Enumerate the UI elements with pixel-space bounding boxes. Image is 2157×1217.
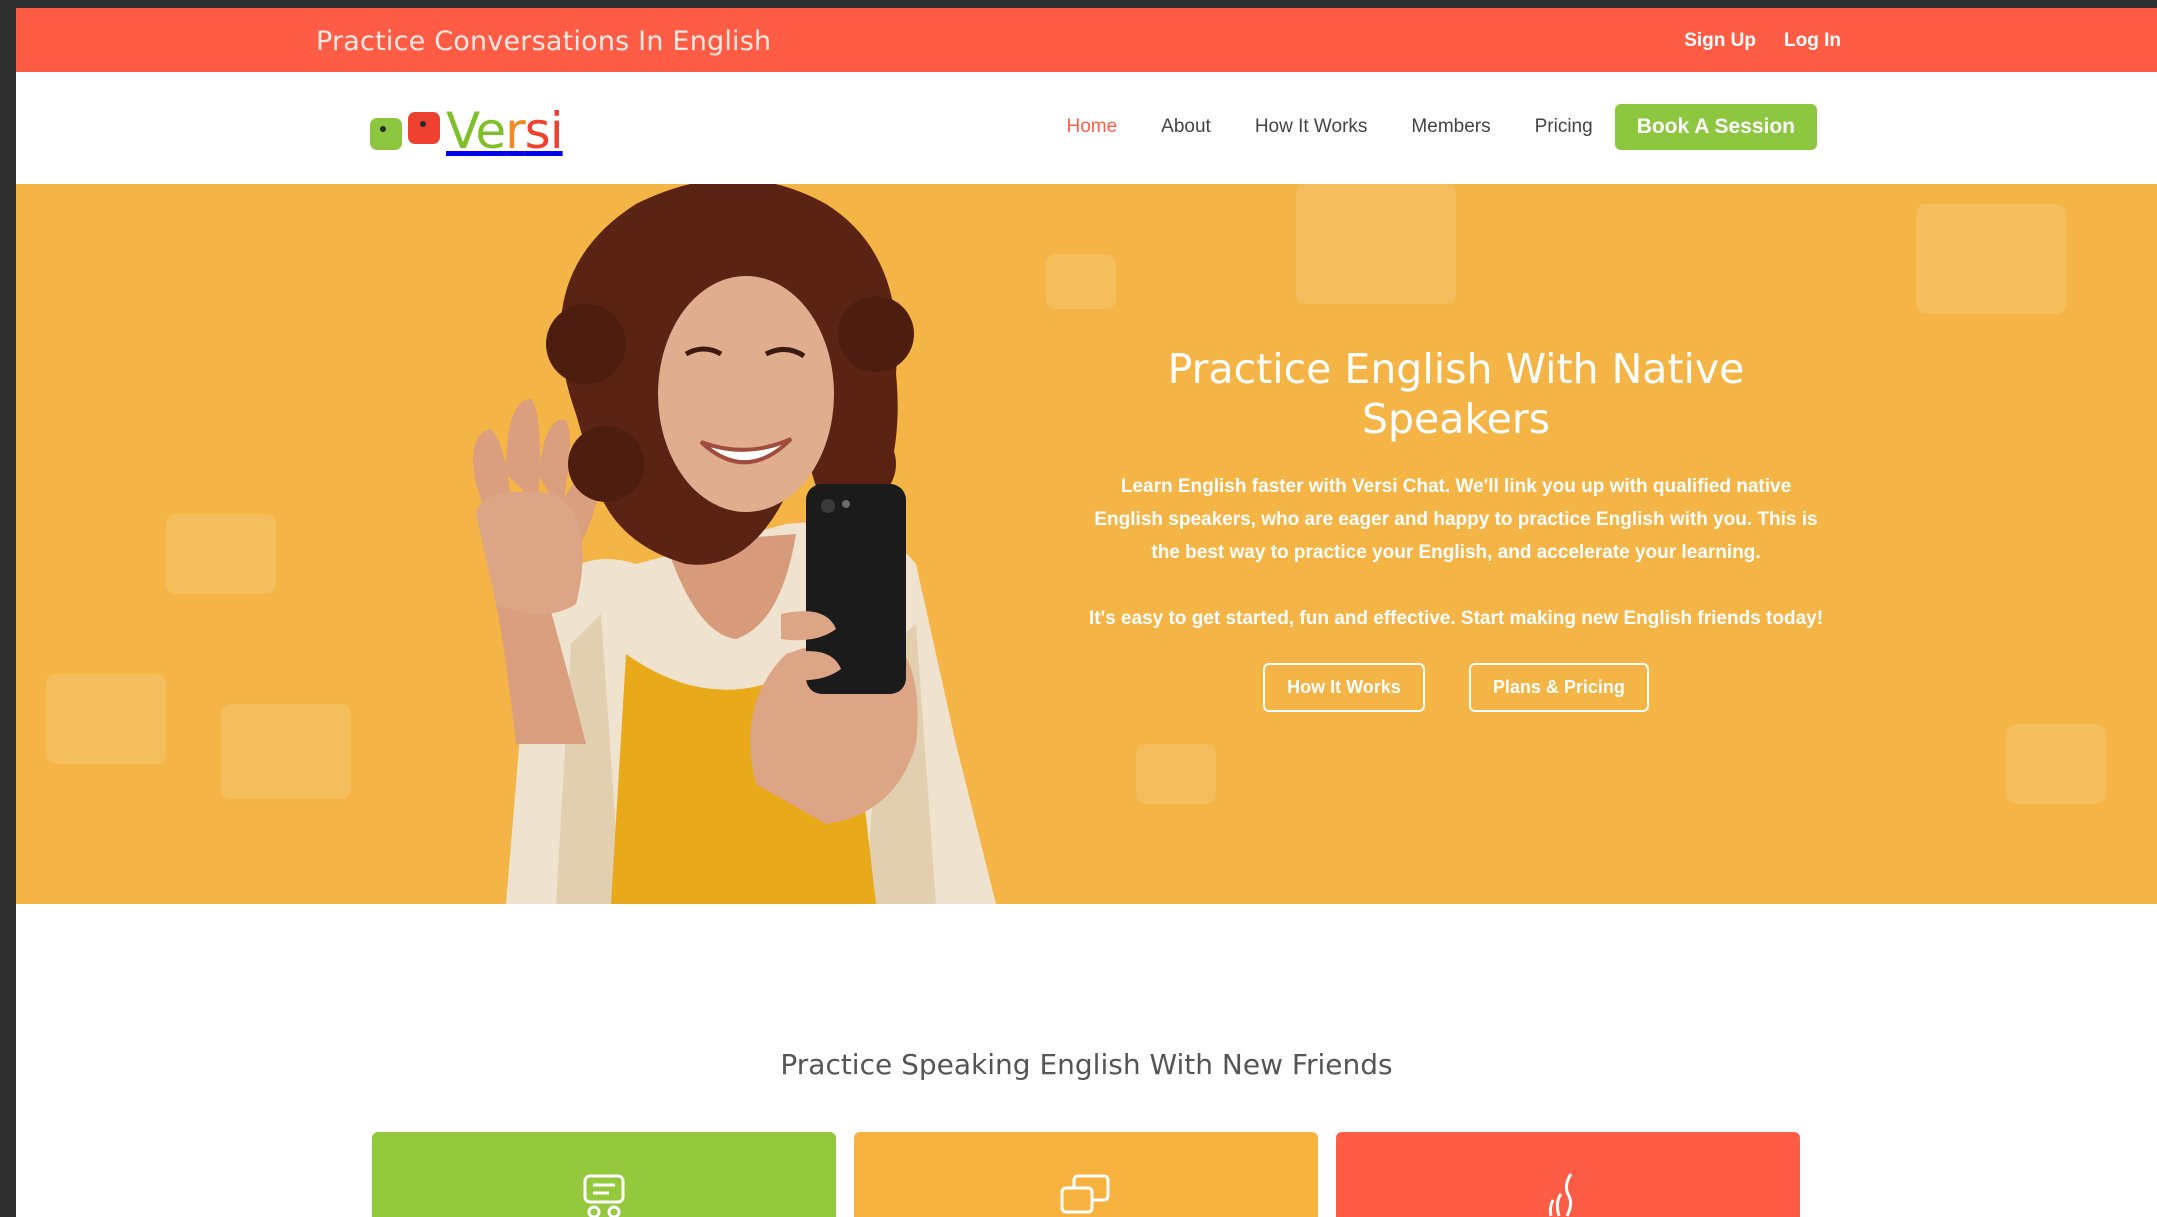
browser-viewport: Practice Conversations In English Sign U…	[16, 8, 2157, 1217]
chat-bubble-icon	[583, 1174, 625, 1217]
feature-card-orange[interactable]	[854, 1132, 1318, 1217]
bubble-decoration	[2006, 724, 2106, 804]
top-bar: Practice Conversations In English Sign U…	[16, 8, 2157, 72]
versi-logo[interactable]: Versi	[370, 102, 564, 160]
log-in-link[interactable]: Log In	[1784, 30, 1841, 52]
hero-title: Practice English With Native Speakers	[1086, 344, 1826, 444]
red-speech-icon	[408, 112, 440, 144]
bubble-decoration	[1136, 744, 1216, 804]
bubble-decoration	[1296, 184, 1456, 304]
nav-home[interactable]: Home	[1066, 116, 1117, 138]
bubble-decoration	[1916, 204, 2066, 314]
feature-card-red[interactable]	[1336, 1132, 1800, 1217]
main-navbar: Versi Home About How It Works Members Pr…	[16, 72, 2157, 184]
bubble-decoration	[221, 704, 351, 799]
logo-wordmark: Versi	[446, 102, 564, 160]
section-title: Practice Speaking English With New Frien…	[780, 1048, 1393, 1081]
hero-title-line-1: Practice English With Native	[1167, 345, 1745, 393]
green-speech-icon	[370, 118, 402, 150]
book-session-button[interactable]: Book A Session	[1614, 104, 1817, 150]
woman-with-phone-image	[473, 184, 996, 904]
nav-members[interactable]: Members	[1411, 116, 1490, 138]
bubble-decoration	[46, 674, 166, 764]
feature-card-green[interactable]	[372, 1132, 836, 1217]
plans-pricing-button[interactable]: Plans & Pricing	[1468, 663, 1649, 712]
hero-buttons: How It Works Plans & Pricing	[1086, 663, 1826, 712]
auth-links: Sign Up Log In	[1684, 30, 1841, 52]
nav-about[interactable]: About	[1161, 116, 1211, 138]
hero-paragraph-2: It's easy to get started, fun and effect…	[1088, 608, 1824, 629]
nav-menu: Home About How It Works Members Pricing …	[1066, 104, 1817, 150]
feature-cards	[372, 1132, 1800, 1217]
hero-paragraph-1: Learn English faster with Versi Chat. We…	[1094, 476, 1818, 563]
hero-banner: Practice English With Native Speakers Le…	[16, 184, 2157, 904]
hero-copy: Practice English With Native Speakers Le…	[1086, 344, 1826, 712]
nav-pricing[interactable]: Pricing	[1535, 116, 1593, 138]
how-it-works-button[interactable]: How It Works	[1263, 663, 1425, 712]
conversation-icon	[1060, 1174, 1110, 1214]
sign-up-link[interactable]: Sign Up	[1684, 30, 1756, 52]
hero-title-line-2: Speakers	[1361, 395, 1551, 443]
nav-how-it-works[interactable]: How It Works	[1255, 116, 1368, 138]
bubble-decoration	[166, 514, 276, 594]
flame-icon	[1548, 1173, 1573, 1217]
tagline: Practice Conversations In English	[316, 26, 772, 57]
